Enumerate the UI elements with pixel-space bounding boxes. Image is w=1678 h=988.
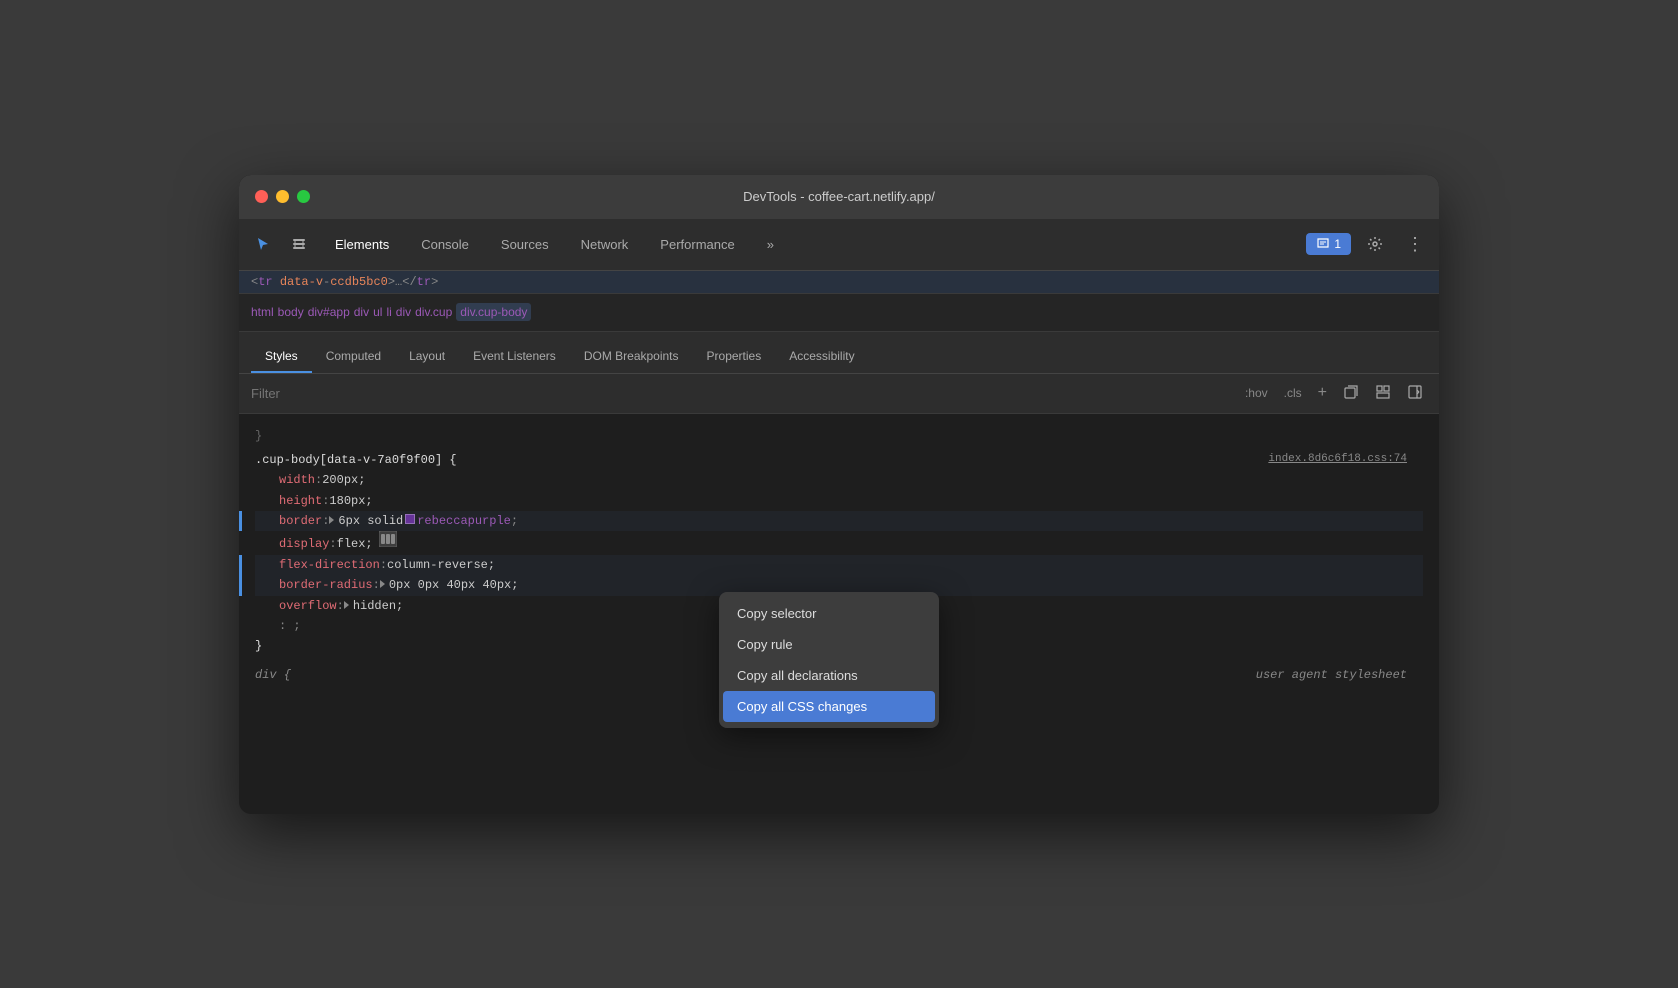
triangle-icon-border — [329, 516, 334, 524]
main-content: } .cup-body[data-v-7a0f9f00] { index.8d6… — [239, 414, 1439, 814]
tab-performance[interactable]: Performance — [644, 231, 750, 258]
breadcrumb-html[interactable]: html — [251, 305, 274, 319]
traffic-lights — [255, 190, 310, 203]
subtab-accessibility[interactable]: Accessibility — [775, 341, 868, 373]
context-menu: Copy selector Copy rule Copy all declara… — [719, 592, 939, 728]
main-toolbar: Elements Console Sources Network Perform… — [239, 219, 1439, 271]
cls-button[interactable]: .cls — [1280, 384, 1306, 402]
copy-styles-icon-button[interactable] — [1339, 382, 1363, 405]
filter-actions: :hov .cls + — [1241, 382, 1427, 405]
layout-icon-button[interactable] — [1371, 382, 1395, 405]
prop-width: width : 200px; — [255, 470, 1423, 490]
toolbar-tabs: Elements Console Sources Network Perform… — [319, 231, 1302, 258]
more-button[interactable]: ⋮ — [1399, 228, 1431, 260]
subtab-layout[interactable]: Layout — [395, 341, 459, 373]
tab-sources[interactable]: Sources — [485, 231, 565, 258]
tab-console[interactable]: Console — [405, 231, 485, 258]
minimize-button[interactable] — [276, 190, 289, 203]
css-selector-text: .cup-body[data-v-7a0f9f00] { — [255, 450, 457, 470]
breadcrumb-divcup[interactable]: div.cup — [415, 305, 452, 319]
breadcrumb-ul[interactable]: ul — [373, 305, 382, 319]
notification-button[interactable]: 1 — [1306, 233, 1351, 255]
settings-button[interactable] — [1359, 228, 1391, 260]
context-menu-item-copy-all-declarations[interactable]: Copy all declarations — [719, 660, 939, 691]
tab-elements[interactable]: Elements — [319, 231, 405, 258]
breadcrumb-divapp[interactable]: div#app — [308, 305, 350, 319]
user-agent-text: user agent stylesheet — [1256, 665, 1407, 685]
breadcrumb-div2[interactable]: div — [396, 305, 411, 319]
toolbar-right: 1 ⋮ — [1306, 228, 1431, 260]
context-menu-item-copy-selector[interactable]: Copy selector — [719, 598, 939, 629]
prop-display: display : flex; — [255, 531, 1423, 554]
prop-flex-direction: flex-direction : column-reverse; — [255, 555, 1423, 575]
subtab-dom-breakpoints[interactable]: DOM Breakpoints — [570, 341, 693, 373]
devtools-window: DevTools - coffee-cart.netlify.app/ Elem… — [239, 175, 1439, 814]
html-tag-line: <tr data-v-ccdb5bc0>…</tr> — [239, 271, 1439, 294]
notification-count: 1 — [1334, 237, 1341, 251]
color-swatch-rebeccapurple[interactable] — [405, 514, 415, 524]
breadcrumb-divcupbody[interactable]: div.cup-body — [456, 303, 531, 321]
subtab-styles[interactable]: Styles — [251, 341, 312, 373]
close-button[interactable] — [255, 190, 268, 203]
breadcrumb-li[interactable]: li — [386, 305, 391, 319]
breadcrumb: html body div#app div ul li div div.cup … — [239, 294, 1439, 332]
breadcrumb-div1[interactable]: div — [354, 305, 369, 319]
filter-bar: :hov .cls + — [239, 374, 1439, 414]
maximize-button[interactable] — [297, 190, 310, 203]
layers-icon-button[interactable] — [283, 228, 315, 260]
toggle-sidebar-button[interactable] — [1403, 382, 1427, 405]
cursor-icon-button[interactable] — [247, 228, 279, 260]
window-title: DevTools - coffee-cart.netlify.app/ — [743, 189, 935, 204]
add-style-button[interactable]: + — [1314, 382, 1331, 404]
breadcrumb-body[interactable]: body — [278, 305, 304, 319]
hov-button[interactable]: :hov — [1241, 384, 1272, 402]
titlebar: DevTools - coffee-cart.netlify.app/ — [239, 175, 1439, 219]
subtab-properties[interactable]: Properties — [693, 341, 776, 373]
tab-network[interactable]: Network — [565, 231, 645, 258]
selector-line: .cup-body[data-v-7a0f9f00] { index.8d6c6… — [255, 450, 1423, 470]
code-comment-line: } — [255, 426, 1423, 446]
context-menu-item-copy-rule[interactable]: Copy rule — [719, 629, 939, 660]
subtab-event-listeners[interactable]: Event Listeners — [459, 341, 570, 373]
devtools-body: Elements Console Sources Network Perform… — [239, 219, 1439, 814]
flex-icon[interactable] — [379, 531, 397, 547]
tab-more[interactable]: » — [751, 231, 790, 258]
context-menu-item-copy-all-css-changes[interactable]: Copy all CSS changes — [723, 691, 935, 722]
subtab-computed[interactable]: Computed — [312, 341, 395, 373]
file-link[interactable]: index.8d6c6f18.css:74 — [1268, 450, 1407, 469]
prop-height: height : 180px; — [255, 491, 1423, 511]
triangle-icon-radius — [380, 580, 385, 588]
subtabs-bar: Styles Computed Layout Event Listeners D… — [239, 332, 1439, 374]
triangle-icon-overflow — [344, 601, 349, 609]
prop-border: border : 6px solid rebeccapurple ; — [255, 511, 1423, 531]
filter-input[interactable] — [251, 386, 1233, 401]
